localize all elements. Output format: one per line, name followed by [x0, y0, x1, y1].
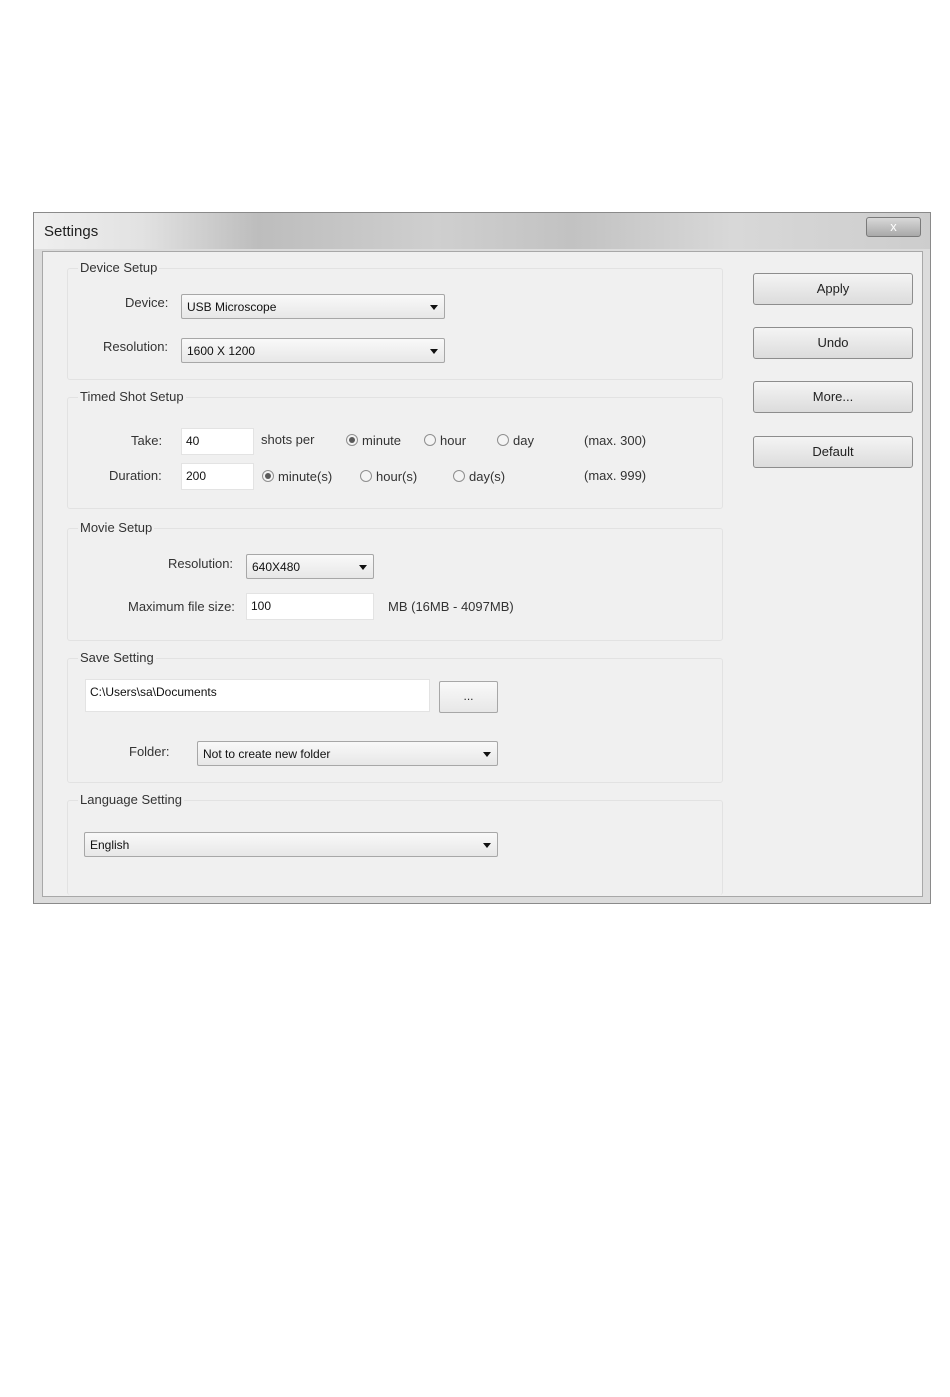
more-button[interactable]: More... [753, 381, 913, 413]
duration-hours-label: hour(s) [376, 469, 418, 484]
per-day-label: day [513, 433, 534, 448]
movie-resolution-value: 640X480 [252, 560, 301, 574]
folder-select[interactable]: Not to create new folder [197, 741, 498, 766]
duration-input[interactable]: 200 [181, 463, 254, 490]
save-setting-legend: Save Setting [78, 650, 156, 665]
browse-button[interactable]: ... [439, 681, 498, 713]
movie-resolution-label: Resolution: [168, 556, 234, 571]
window-title: Settings [44, 223, 99, 240]
chevron-down-icon [430, 349, 438, 354]
title-bar[interactable]: Settings x [34, 213, 930, 249]
take-input[interactable]: 40 [181, 428, 254, 455]
timed-shot-legend: Timed Shot Setup [78, 389, 186, 404]
device-value: USB Microscope [187, 300, 277, 314]
close-button[interactable]: x [866, 217, 921, 237]
language-setting-group: Language Setting English [67, 792, 723, 895]
browse-ellipsis-icon: ... [463, 689, 474, 703]
max-file-size-label: Maximum file size: [128, 599, 235, 614]
save-setting-group: Save Setting C:\Users\sa\Documents ... F… [67, 650, 723, 783]
close-icon: x [890, 219, 897, 234]
resolution-label: Resolution: [103, 339, 169, 354]
settings-dialog: Settings x Device Setup Device: USB Micr… [33, 212, 931, 904]
duration-max-note: (max. 999) [584, 468, 647, 483]
undo-button[interactable]: Undo [753, 327, 913, 359]
folder-value: Not to create new folder [203, 747, 331, 761]
chevron-down-icon [359, 565, 367, 570]
chevron-down-icon [430, 305, 438, 310]
radio-unselected-icon [453, 470, 465, 482]
radio-selected-icon [262, 470, 274, 482]
max-file-size-input[interactable]: 100 [246, 593, 374, 620]
language-setting-legend: Language Setting [78, 792, 184, 807]
shots-per-label: shots per [261, 432, 315, 447]
radio-unselected-icon [497, 434, 509, 446]
per-minute-label: minute [362, 433, 402, 448]
device-select[interactable]: USB Microscope [181, 294, 445, 319]
resolution-value: 1600 X 1200 [187, 344, 256, 358]
chevron-down-icon [483, 843, 491, 848]
dialog-body: Device Setup Device: USB Microscope Reso… [42, 251, 923, 897]
device-label: Device: [125, 295, 169, 310]
save-path-input[interactable]: C:\Users\sa\Documents [85, 679, 430, 712]
duration-label: Duration: [109, 468, 162, 483]
duration-minutes-label: minute(s) [278, 469, 333, 484]
max-file-size-range: MB (16MB - 4097MB) [388, 599, 514, 614]
language-select[interactable]: English [84, 832, 498, 857]
device-setup-group: Device Setup Device: USB Microscope Reso… [67, 260, 723, 380]
default-button[interactable]: Default [753, 436, 913, 468]
take-label: Take: [131, 433, 163, 448]
per-hour-label: hour [440, 433, 467, 448]
radio-unselected-icon [424, 434, 436, 446]
movie-setup-group: Movie Setup Resolution: 640X480 Maximum … [67, 520, 723, 641]
device-setup-legend: Device Setup [78, 260, 160, 275]
folder-label: Folder: [129, 744, 170, 759]
radio-selected-icon [346, 434, 358, 446]
chevron-down-icon [483, 752, 491, 757]
language-value: English [90, 838, 130, 852]
take-max-note: (max. 300) [584, 433, 647, 448]
duration-days-label: day(s) [469, 469, 506, 484]
movie-setup-legend: Movie Setup [78, 520, 155, 535]
radio-unselected-icon [360, 470, 372, 482]
resolution-select[interactable]: 1600 X 1200 [181, 338, 445, 363]
timed-shot-group: Timed Shot Setup Take: 40 shots per minu… [67, 389, 723, 509]
movie-resolution-select[interactable]: 640X480 [246, 554, 374, 579]
apply-button[interactable]: Apply [753, 273, 913, 305]
